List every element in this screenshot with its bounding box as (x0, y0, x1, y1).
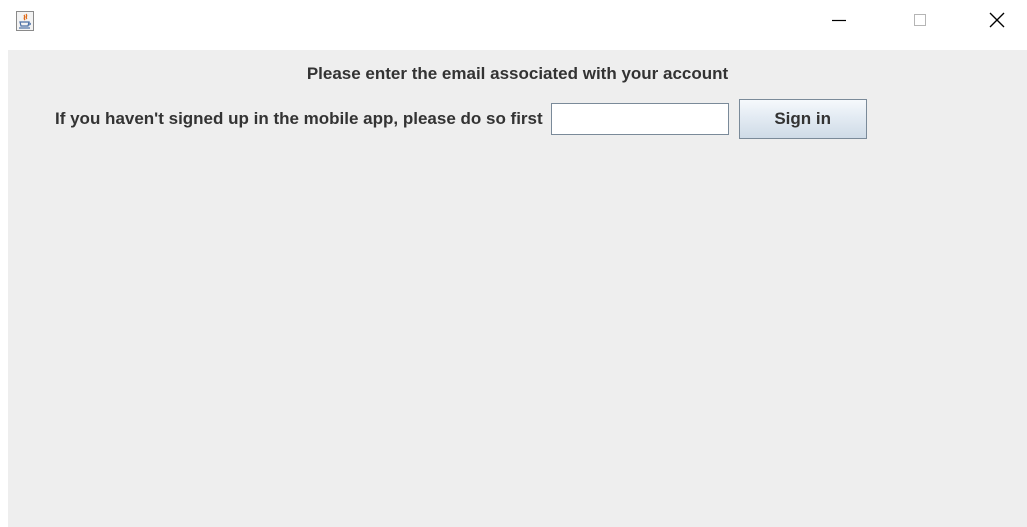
minimize-button[interactable] (816, 0, 862, 44)
app-window: Please enter the email associated with y… (0, 0, 1027, 527)
close-icon (988, 11, 1006, 34)
maximize-button[interactable] (897, 0, 943, 44)
minimize-icon (831, 12, 847, 33)
signup-prompt-label: If you haven't signed up in the mobile a… (55, 109, 543, 128)
java-icon[interactable] (16, 11, 34, 31)
signin-form-row: If you haven't signed up in the mobile a… (55, 99, 867, 139)
title-bar[interactable] (0, 0, 1027, 50)
email-input[interactable] (550, 103, 729, 135)
page-heading: Please enter the email associated with y… (306, 64, 729, 83)
content-panel: Please enter the email associated with y… (8, 50, 1027, 527)
sign-in-button[interactable]: Sign in (738, 99, 867, 139)
close-button[interactable] (974, 0, 1020, 44)
maximize-icon (912, 12, 928, 33)
